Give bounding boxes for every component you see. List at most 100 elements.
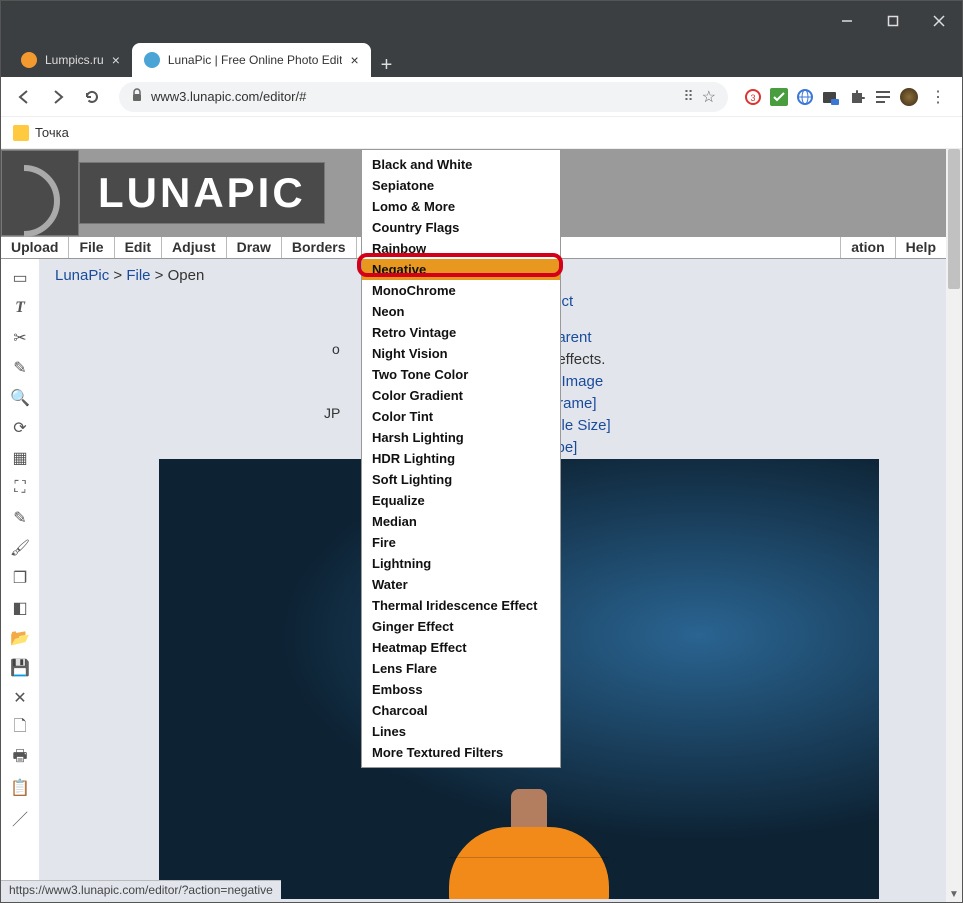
- tool-zoom-icon[interactable]: 🔍: [8, 387, 32, 409]
- filter-item-lines[interactable]: Lines: [362, 721, 560, 742]
- menu-edit[interactable]: Edit: [115, 237, 162, 258]
- tool-delete-icon[interactable]: ✕: [8, 687, 32, 709]
- filter-item-rainbow[interactable]: Rainbow: [362, 238, 560, 259]
- menu-fragment[interactable]: ation: [840, 237, 895, 258]
- filter-item-water[interactable]: Water: [362, 574, 560, 595]
- filter-item-emboss[interactable]: Emboss: [362, 679, 560, 700]
- extension-icon[interactable]: 3: [744, 88, 762, 106]
- tool-brush-icon[interactable]: 🖌: [8, 537, 32, 559]
- breadcrumb-current: Open: [168, 267, 205, 284]
- address-bar[interactable]: www3.lunapic.com/editor/# ⠿ ☆: [119, 82, 728, 112]
- filter-item-thermal-iridescence-effect[interactable]: Thermal Iridescence Effect: [362, 595, 560, 616]
- window-minimize-button[interactable]: [824, 1, 870, 41]
- menu-file[interactable]: File: [69, 237, 114, 258]
- reading-list-icon[interactable]: [874, 88, 892, 106]
- new-tab-button[interactable]: +: [371, 54, 403, 77]
- extension-globe-icon[interactable]: [796, 88, 814, 106]
- moon-icon: [1, 150, 79, 236]
- filter-item-monochrome[interactable]: MonoChrome: [362, 280, 560, 301]
- menu-draw[interactable]: Draw: [227, 237, 282, 258]
- close-icon[interactable]: ×: [112, 52, 120, 68]
- window-maximize-button[interactable]: [870, 1, 916, 41]
- logo[interactable]: LUNAPIC: [1, 149, 325, 237]
- reload-button[interactable]: [77, 82, 107, 112]
- tool-picker-icon[interactable]: ✎: [8, 507, 32, 529]
- filter-item-night-vision[interactable]: Night Vision: [362, 343, 560, 364]
- extension-checkmark-icon[interactable]: [770, 88, 788, 106]
- breadcrumb-root[interactable]: LunaPic: [55, 267, 109, 284]
- logo-text: LUNAPIC: [98, 169, 306, 217]
- filter-item-harsh-lighting[interactable]: Harsh Lighting: [362, 427, 560, 448]
- tool-open-icon[interactable]: 📂: [8, 627, 32, 649]
- browser-toolbar: www3.lunapic.com/editor/# ⠿ ☆ 3 ⋮: [1, 77, 962, 117]
- filter-item-two-tone-color[interactable]: Two Tone Color: [362, 364, 560, 385]
- filter-item-charcoal[interactable]: Charcoal: [362, 700, 560, 721]
- tool-cut-icon[interactable]: ✂: [8, 327, 32, 349]
- breadcrumb-file[interactable]: File: [126, 267, 150, 284]
- filter-item-negative[interactable]: Negative: [362, 259, 560, 280]
- tool-line-icon[interactable]: ／: [8, 807, 32, 829]
- filter-item-soft-lighting[interactable]: Soft Lighting: [362, 469, 560, 490]
- tool-eraser-icon[interactable]: ◧: [8, 597, 32, 619]
- filter-item-country-flags[interactable]: Country Flags: [362, 217, 560, 238]
- tab-lunapic[interactable]: LunaPic | Free Online Photo Edit ×: [132, 43, 371, 77]
- filter-item-black-and-white[interactable]: Black and White: [362, 154, 560, 175]
- translate-icon[interactable]: ⠿: [683, 88, 693, 105]
- tool-print-icon[interactable]: 🖶: [8, 747, 32, 769]
- filter-item-color-gradient[interactable]: Color Gradient: [362, 385, 560, 406]
- window-titlebar: [1, 1, 962, 41]
- lock-icon: [131, 88, 143, 105]
- profile-avatar[interactable]: [900, 88, 918, 106]
- svg-text:3: 3: [750, 93, 755, 103]
- close-icon[interactable]: ×: [350, 52, 358, 68]
- tool-pen-icon[interactable]: ✎: [8, 357, 32, 379]
- scrollbar[interactable]: ▲ ▼: [946, 149, 962, 902]
- forward-button[interactable]: [43, 82, 73, 112]
- tool-new-icon[interactable]: 🗋: [8, 717, 32, 739]
- tool-save-icon[interactable]: 💾: [8, 657, 32, 679]
- filter-item-equalize[interactable]: Equalize: [362, 490, 560, 511]
- tab-lumpics[interactable]: Lumpics.ru ×: [9, 43, 132, 77]
- window-close-button[interactable]: [916, 1, 962, 41]
- scrollbar-thumb[interactable]: [948, 149, 960, 289]
- scroll-down-icon[interactable]: ▼: [946, 886, 962, 902]
- filter-item-median[interactable]: Median: [362, 511, 560, 532]
- filter-item-lightning[interactable]: Lightning: [362, 553, 560, 574]
- menu-adjust[interactable]: Adjust: [162, 237, 227, 258]
- tab-title: Lumpics.ru: [45, 53, 104, 67]
- tool-text-icon[interactable]: T: [8, 297, 32, 319]
- url-text: www3.lunapic.com/editor/#: [151, 89, 675, 104]
- extensions-puzzle-icon[interactable]: [848, 88, 866, 106]
- menu-borders[interactable]: Borders: [282, 237, 357, 258]
- filter-item-lomo-more[interactable]: Lomo & More: [362, 196, 560, 217]
- star-icon[interactable]: ☆: [702, 87, 716, 107]
- tool-clipboard-icon[interactable]: 📋: [8, 777, 32, 799]
- browser-menu-icon[interactable]: ⋮: [926, 88, 950, 106]
- tool-copy-icon[interactable]: ❐: [8, 567, 32, 589]
- folder-icon: [13, 125, 29, 141]
- extension-box-icon[interactable]: [822, 88, 840, 106]
- tool-resize-icon[interactable]: ⛶: [8, 477, 32, 499]
- filter-item-neon[interactable]: Neon: [362, 301, 560, 322]
- filter-item-hdr-lighting[interactable]: HDR Lighting: [362, 448, 560, 469]
- bookmarks-bar: Точка: [1, 117, 962, 149]
- favicon-lunapic-icon: [144, 52, 160, 68]
- filter-item-color-tint[interactable]: Color Tint: [362, 406, 560, 427]
- filter-item-heatmap-effect[interactable]: Heatmap Effect: [362, 637, 560, 658]
- tool-rotate-icon[interactable]: ⟳: [8, 417, 32, 439]
- menu-help[interactable]: Help: [896, 237, 946, 258]
- filter-item-lens-flare[interactable]: Lens Flare: [362, 658, 560, 679]
- bookmark-tochka[interactable]: Точка: [13, 125, 69, 141]
- menu-upload[interactable]: Upload: [1, 237, 69, 258]
- tool-crop-icon[interactable]: ▦: [8, 447, 32, 469]
- filter-item-retro-vintage[interactable]: Retro Vintage: [362, 322, 560, 343]
- filter-item-more-textured-filters[interactable]: More Textured Filters: [362, 742, 560, 763]
- tab-title: LunaPic | Free Online Photo Edit: [168, 53, 343, 67]
- filter-item-sepiatone[interactable]: Sepiatone: [362, 175, 560, 196]
- back-button[interactable]: [9, 82, 39, 112]
- filter-item-fire[interactable]: Fire: [362, 532, 560, 553]
- filter-item-ginger-effect[interactable]: Ginger Effect: [362, 616, 560, 637]
- tool-select-icon[interactable]: ▭: [8, 267, 32, 289]
- tool-palette: ▭ T ✂ ✎ 🔍 ⟳ ▦ ⛶ ✎ 🖌 ❐ ◧ 📂 💾 ✕ 🗋 🖶: [1, 259, 39, 902]
- tab-strip: Lumpics.ru × LunaPic | Free Online Photo…: [1, 41, 962, 77]
